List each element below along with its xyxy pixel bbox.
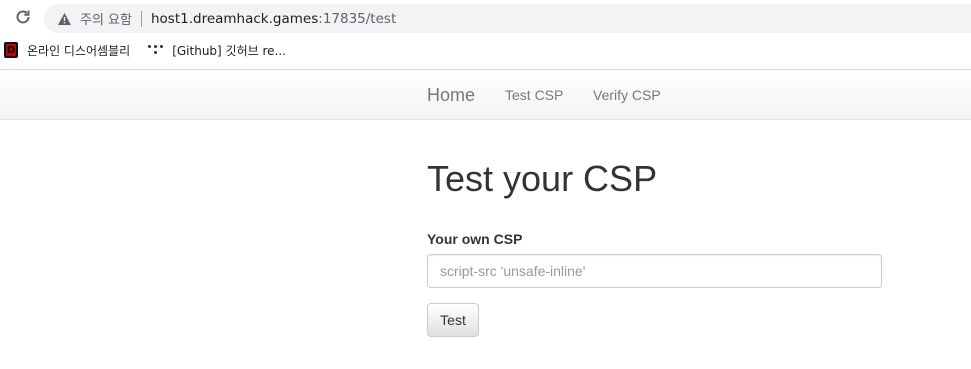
reload-icon [14, 8, 32, 30]
url-path: :17835/test [318, 10, 397, 27]
address-bar[interactable]: 주의 요함 host1.dreamhack.games :17835/test [44, 4, 971, 33]
site-navbar: Home Test CSP Verify CSP [0, 70, 971, 120]
csp-input[interactable] [427, 254, 882, 288]
github-favicon-icon [148, 43, 164, 57]
bookmark-online-disassembler[interactable]: D 온라인 디스어셈블리 [0, 42, 130, 59]
nav-verify-csp-link[interactable]: Verify CSP [593, 87, 661, 103]
browser-toolbar: 주의 요함 host1.dreamhack.games :17835/test … [0, 0, 971, 70]
omnibox-divider [140, 10, 142, 27]
reload-button[interactable] [12, 8, 34, 30]
dogbolt-favicon-icon: D [4, 42, 18, 58]
warning-icon[interactable] [56, 11, 72, 27]
bookmark-github[interactable]: [Github] 깃허브 re... [148, 42, 286, 59]
nav-home-link[interactable]: Home [427, 85, 475, 106]
page-title: Test your CSP [427, 158, 658, 199]
nav-test-csp-link[interactable]: Test CSP [505, 87, 563, 103]
csp-field-label: Your own CSP [427, 231, 523, 247]
test-button[interactable]: Test [427, 303, 479, 337]
security-status[interactable]: 주의 요함 [80, 9, 132, 28]
bookmark-label: 온라인 디스어셈블리 [27, 43, 131, 58]
url-host: host1.dreamhack.games [150, 10, 319, 27]
bookmarks-bar: D 온라인 디스어셈블리 [Github] 깃허브 re... [0, 38, 304, 62]
bookmark-label: [Github] 깃허브 re... [172, 43, 286, 58]
